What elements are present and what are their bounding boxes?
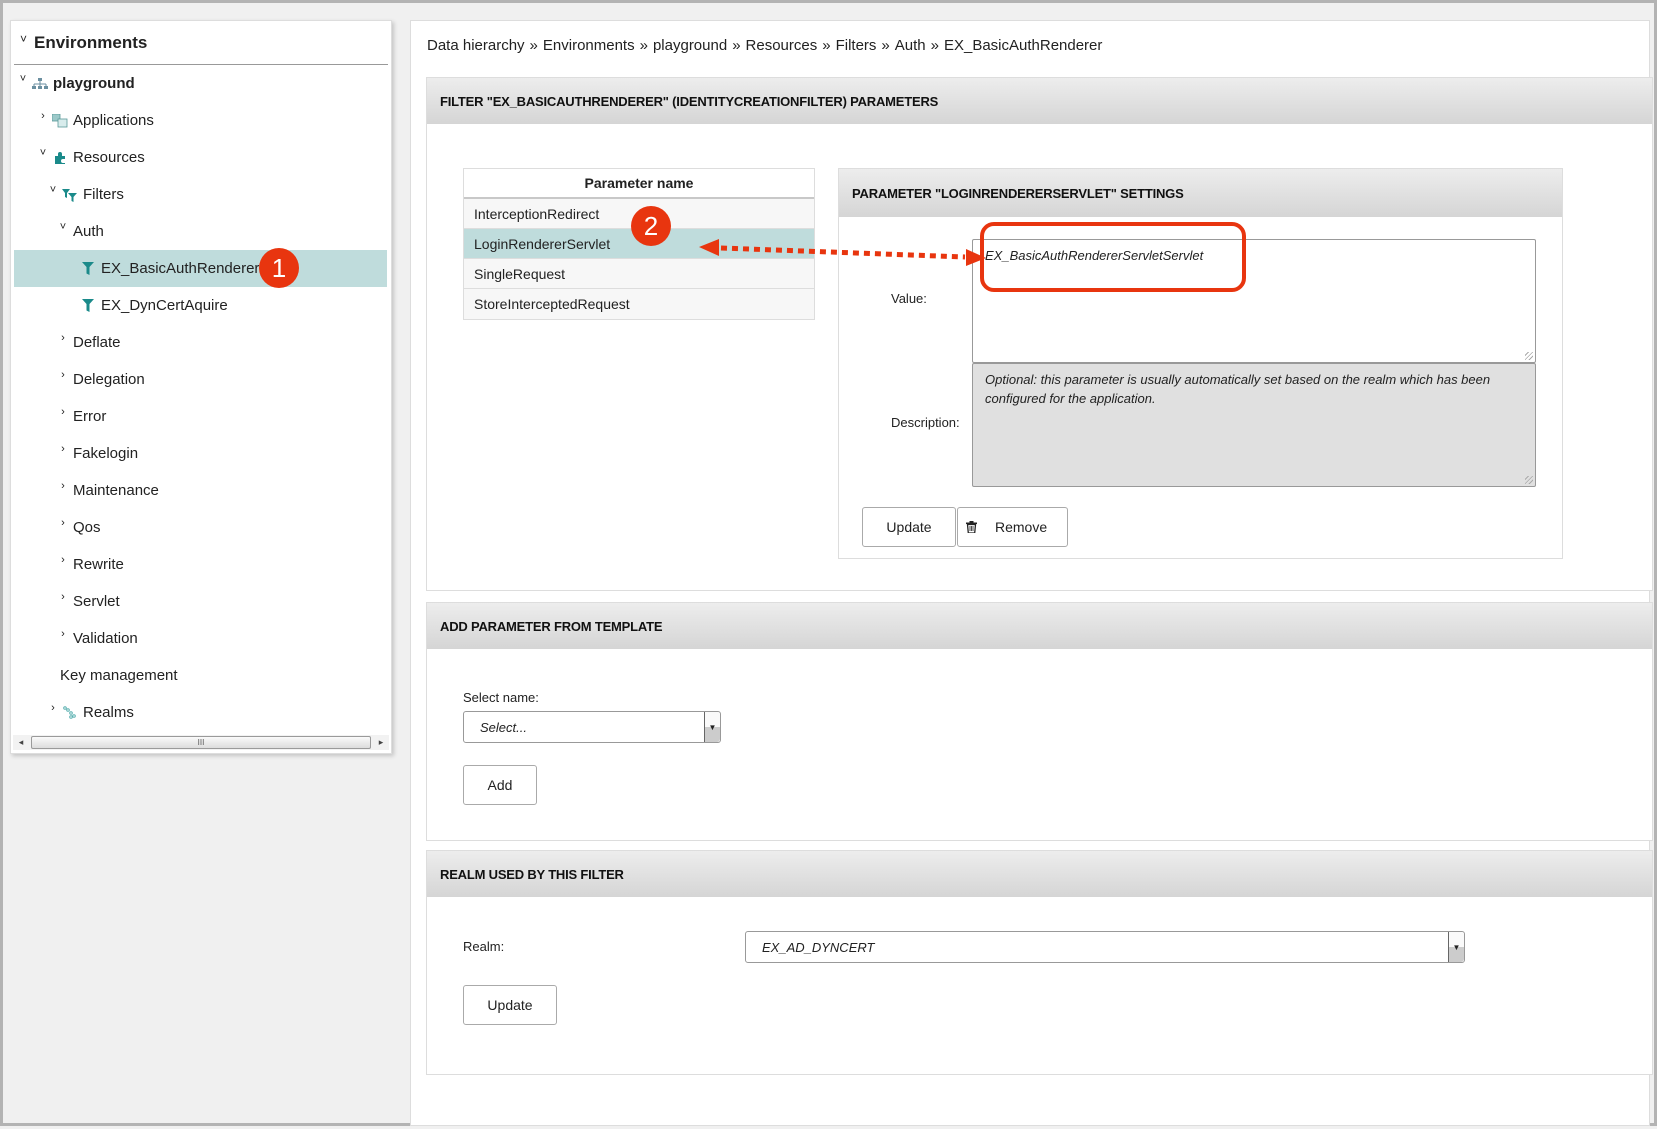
arrow-head-right (966, 249, 986, 266)
dotted-arrow-line (720, 245, 966, 260)
annotation-arrow (699, 239, 986, 266)
arrow-head-left (699, 239, 719, 256)
